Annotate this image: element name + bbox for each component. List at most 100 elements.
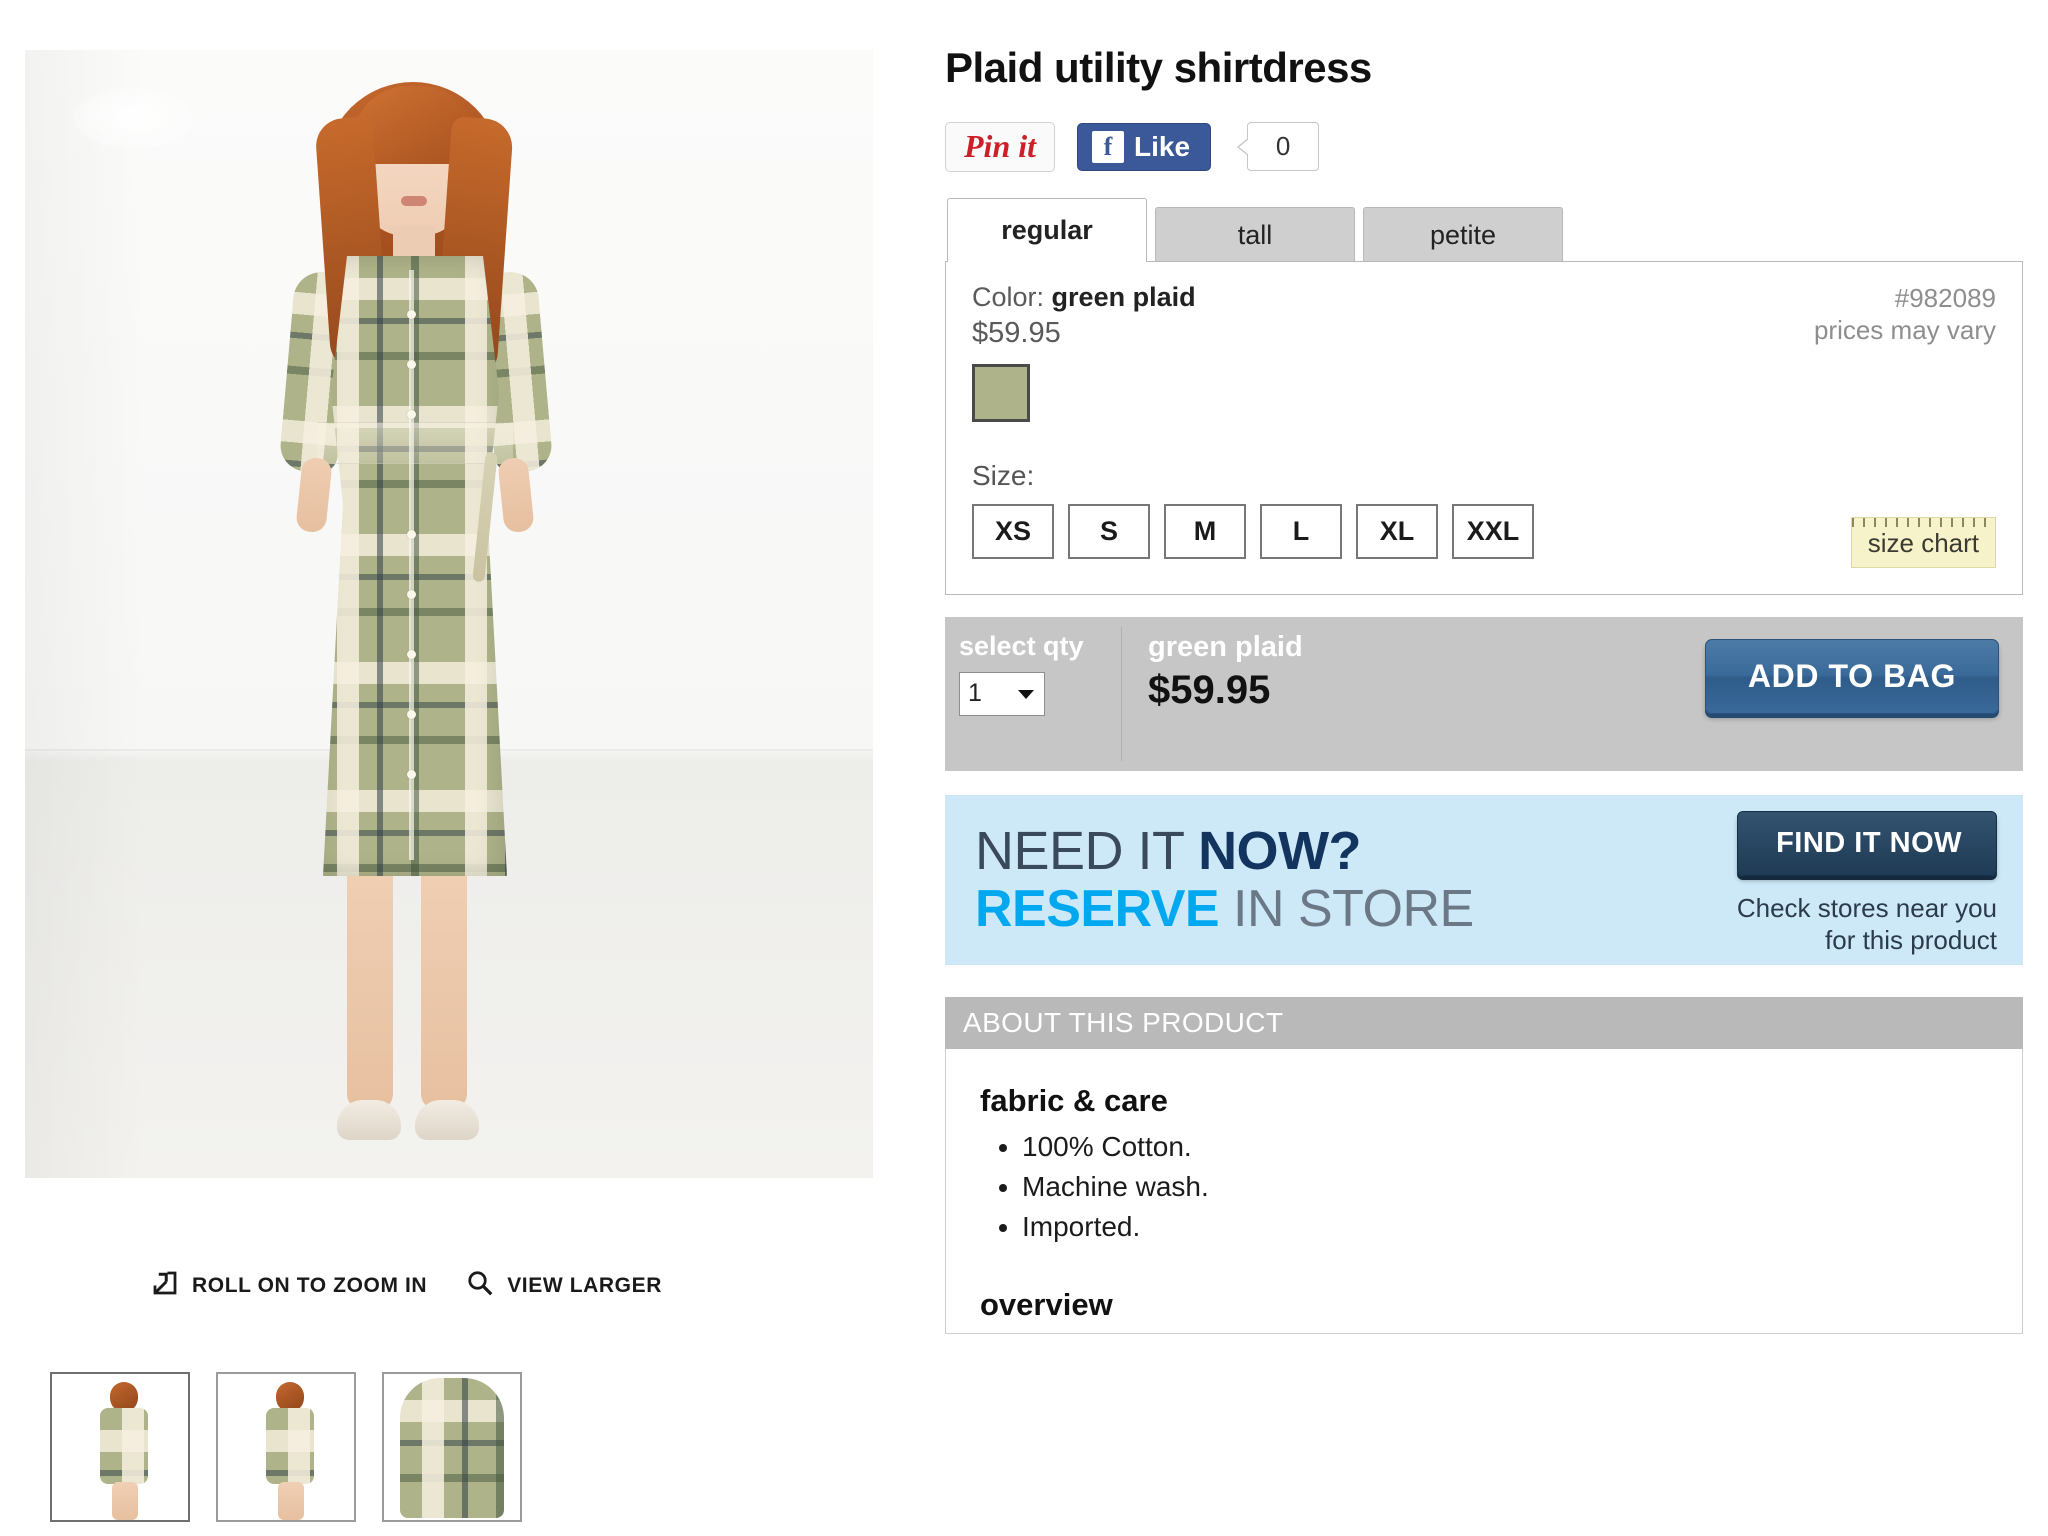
size-option-xxl[interactable]: XXL (1452, 503, 1534, 559)
dress-button (407, 410, 416, 419)
banner-reserve: RESERVE (975, 879, 1220, 938)
ruler-icon (1851, 517, 1995, 527)
backdrop-shadow (25, 50, 145, 1178)
tab-regular[interactable]: regular (947, 197, 1147, 262)
fabric-care-heading: fabric & care (980, 1082, 1168, 1118)
banner-line-2: RESERVE IN STORE (975, 879, 1474, 938)
thumbnail-strip (50, 1372, 522, 1522)
size-chart-label: size chart (1867, 527, 1979, 558)
need-it-now-actions: FIND IT NOW Check stores near you for th… (1736, 810, 1997, 957)
size-option-m[interactable]: M (1164, 503, 1246, 559)
thumbnail-side-view[interactable] (216, 1372, 356, 1522)
about-section-header: ABOUT THIS PRODUCT (945, 996, 2023, 1049)
product-detail-page: ROLL ON TO ZOOM IN VIEW LARGER Plaid uti… (0, 0, 2048, 1536)
list-item: 100% Cotton. (1022, 1131, 2022, 1163)
prices-may-vary-note: prices may vary (1813, 315, 1996, 346)
need-it-now-banner: NEED IT NOW? RESERVE IN STORE FIND IT NO… (945, 794, 2023, 965)
dress-button (407, 310, 416, 319)
quantity-select[interactable]: 1 (959, 671, 1045, 716)
thumbnail-front-view[interactable] (50, 1372, 190, 1522)
select-qty-label: select qty (959, 630, 1084, 661)
dress-button (407, 710, 416, 719)
model-shoe-left (337, 1100, 401, 1140)
dress-button (407, 530, 416, 539)
panel-price: $59.95 (972, 316, 1061, 349)
product-info-column: Plaid utility shirtdress Pin it f Like 0… (945, 44, 2023, 1334)
roll-on-to-zoom-in-label: ROLL ON TO ZOOM IN (192, 1274, 428, 1297)
selected-price: $59.95 (1148, 667, 1271, 712)
tab-tall[interactable]: tall (1155, 206, 1355, 263)
about-section-body: fabric & care 100% Cotton. Machine wash.… (945, 1048, 2023, 1334)
store-note-line-2: for this product (1825, 925, 1997, 956)
product-media-column: ROLL ON TO ZOOM IN VIEW LARGER (25, 50, 875, 1522)
size-selector: XS S M L XL XXL (972, 503, 1996, 559)
view-larger-label: VIEW LARGER (507, 1274, 662, 1297)
search-icon (465, 1268, 495, 1304)
list-item: Machine wash. (1022, 1171, 2022, 1203)
dress-button (407, 650, 416, 659)
color-value: green plaid (1051, 281, 1196, 312)
expand-arrow-icon (150, 1268, 180, 1304)
size-chart-button[interactable]: size chart (1850, 516, 1996, 568)
view-larger-button[interactable]: VIEW LARGER (465, 1268, 662, 1304)
model-shoe-right (415, 1100, 479, 1140)
thumb-fabric-closeup (400, 1378, 504, 1518)
color-row: Color: green plaid (972, 282, 1196, 313)
dress-button (407, 360, 416, 369)
banner-in-store: IN STORE (1219, 879, 1474, 938)
selected-color: green plaid (1148, 630, 1303, 663)
facebook-icon: f (1092, 130, 1125, 163)
thumbnail-detail-view[interactable] (382, 1372, 522, 1522)
model-lips (401, 196, 427, 206)
facebook-like-label: Like (1134, 130, 1191, 162)
page-title: Plaid utility shirtdress (945, 44, 1372, 91)
facebook-like-button[interactable]: f Like (1077, 122, 1212, 171)
roll-on-to-zoom-in-button[interactable]: ROLL ON TO ZOOM IN (150, 1268, 427, 1304)
fabric-care-list: 100% Cotton. Machine wash. Imported. (996, 1131, 2022, 1243)
find-it-now-button[interactable]: FIND IT NOW (1736, 810, 1997, 876)
pinterest-pin-it-button[interactable]: Pin it (945, 122, 1056, 172)
dress-waist-tie (317, 422, 513, 464)
chevron-down-icon (1016, 679, 1036, 708)
dress-button (407, 590, 416, 599)
thumb-figure (262, 1380, 318, 1520)
main-product-image[interactable] (25, 50, 873, 1178)
banner-line-1: NEED IT NOW? (975, 820, 1474, 881)
purchase-bar: select qty 1 green plaid $59.95 ADD TO B… (945, 616, 2023, 771)
add-to-bag-button[interactable]: ADD TO BAG (1704, 638, 1999, 714)
quantity-group: select qty 1 (945, 617, 1121, 716)
model-leg-right (421, 860, 467, 1110)
overview-heading: overview (980, 1286, 1113, 1322)
banner-need-it: NEED IT (975, 820, 1199, 881)
thumb-dress (266, 1408, 314, 1484)
tab-petite[interactable]: petite (1363, 206, 1563, 263)
size-option-l[interactable]: L (1260, 503, 1342, 559)
thumb-figure (96, 1380, 152, 1520)
dress-button (407, 770, 416, 779)
social-share-row: Pin it f Like 0 (945, 122, 2023, 172)
selected-variant-group: green plaid $59.95 (1122, 617, 1303, 713)
fit-tabs: regular tall petite (947, 197, 2023, 263)
like-count-bubble: 0 (1247, 122, 1320, 172)
need-it-now-text: NEED IT NOW? RESERVE IN STORE (975, 820, 1474, 938)
color-swatch-green-plaid[interactable] (970, 361, 1032, 424)
product-meta: #982089 prices may vary (1814, 282, 1996, 347)
list-item: Imported. (1022, 1211, 2022, 1243)
thumb-dress (100, 1408, 148, 1484)
lens-flare (73, 88, 193, 148)
store-note-line-1: Check stores near you (1736, 892, 1997, 923)
size-option-s[interactable]: S (1068, 503, 1150, 559)
about-this-product-section: ABOUT THIS PRODUCT fabric & care 100% Co… (945, 996, 2023, 1334)
thumb-legs (278, 1482, 304, 1520)
size-option-xs[interactable]: XS (972, 503, 1054, 559)
image-tools-bar: ROLL ON TO ZOOM IN VIEW LARGER (50, 1268, 900, 1304)
size-label: Size: (972, 459, 1035, 491)
variant-panel: Color: green plaid $59.95 #982089 prices… (945, 260, 2023, 595)
item-number: #982089 (1894, 282, 1996, 313)
banner-now: NOW? (1198, 820, 1362, 881)
model-hand-left (295, 456, 333, 534)
store-check-note: Check stores near you for this product (1737, 892, 1997, 957)
thumb-legs (112, 1482, 138, 1520)
color-label: Color: (972, 281, 1045, 312)
size-option-xl[interactable]: XL (1356, 503, 1438, 559)
